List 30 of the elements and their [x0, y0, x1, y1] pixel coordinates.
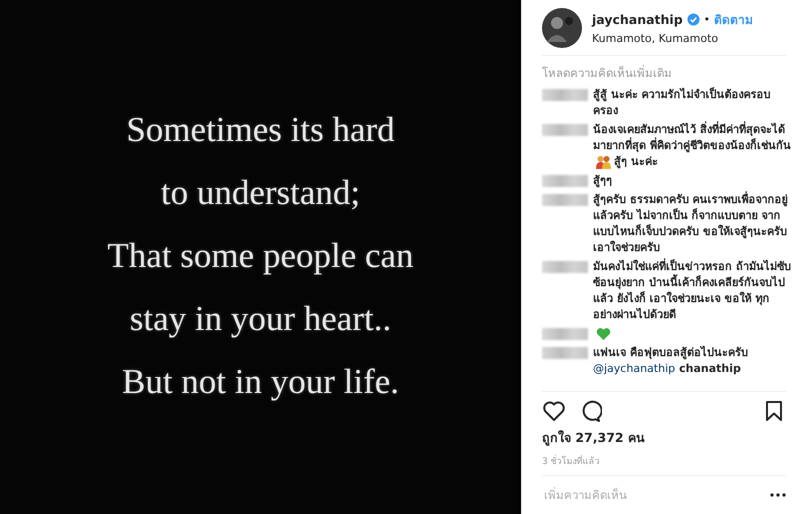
blurred-username [542, 194, 588, 206]
more-options-icon[interactable] [770, 493, 786, 497]
post-time: 3 ชั่วโมงที่แล้ว [542, 448, 786, 476]
blurred-username [542, 175, 588, 187]
blurred-username [542, 124, 588, 136]
blurred-username [542, 328, 588, 340]
quote-text: But not in your life. [122, 360, 400, 402]
username-link[interactable]: jaychanathip [592, 12, 683, 27]
comment-text: สู้ๆ นะค่ะ [614, 155, 658, 168]
location-link[interactable]: Kumamoto, Kumamoto [592, 32, 754, 45]
blurred-username [542, 89, 588, 101]
quote-text: Sometimes its hard [126, 108, 395, 150]
comment-text: มันคงไม่ใช่แค่ที่เป็นข่าวหรอก ถ้ามันไม่ซับซ้อนยุ่งยาก ป่านนี้เค้าก็คงเคลียร์กันจบไปแล้ว ยังไงก็ เอาใจช่วยนะเจ ขอให้ ทุกอย่างผ่านไปด้วยดี [593, 260, 791, 321]
avatar[interactable] [542, 8, 582, 48]
mention-link[interactable]: @jaychanathip [593, 362, 676, 375]
comment-text: สู้ๆครับ ธรรมดาครับ คนเราพบเพื่อจากอยู่แล้วครับ ไม่จากเป็น ก็จากแบบตาย จากแบบไหนก็เจ็บปวดครับ ขอให้เจสู้ๆนะครับ เอาใจช่วยครับ [593, 193, 788, 254]
likes-count[interactable]: ถูกใจ 27,372 คน [542, 428, 786, 448]
separator-dot: • [704, 13, 710, 26]
quote-text: stay in your heart.. [130, 298, 392, 340]
comment-text: สู้ๆๆ [593, 174, 612, 187]
couple-emoji-icon [596, 154, 611, 169]
blurred-username [542, 347, 588, 359]
heart-icon[interactable] [542, 399, 566, 423]
comment-text: chanathip [679, 362, 741, 375]
comment-text: น้องเจเคยสัมภาษณ์ไว้ สิ่งที่มีค่าที่สุดจะได้มายากที่สุด พี่คิดว่าคู่ชีวิตของน้องก็เช่นกัน [593, 122, 792, 154]
comment-text: แฟนเจ คือฟุตบอลสู้ต่อไปนะครับ [593, 345, 748, 361]
quote-text: to understand; [160, 172, 360, 214]
blurred-username [542, 261, 588, 273]
comment-text: สู้สู้ นะค่ะ ความรักไม่จำเป็นต้องครอบครอง [593, 88, 771, 117]
quote-text: That some people can [107, 234, 414, 276]
